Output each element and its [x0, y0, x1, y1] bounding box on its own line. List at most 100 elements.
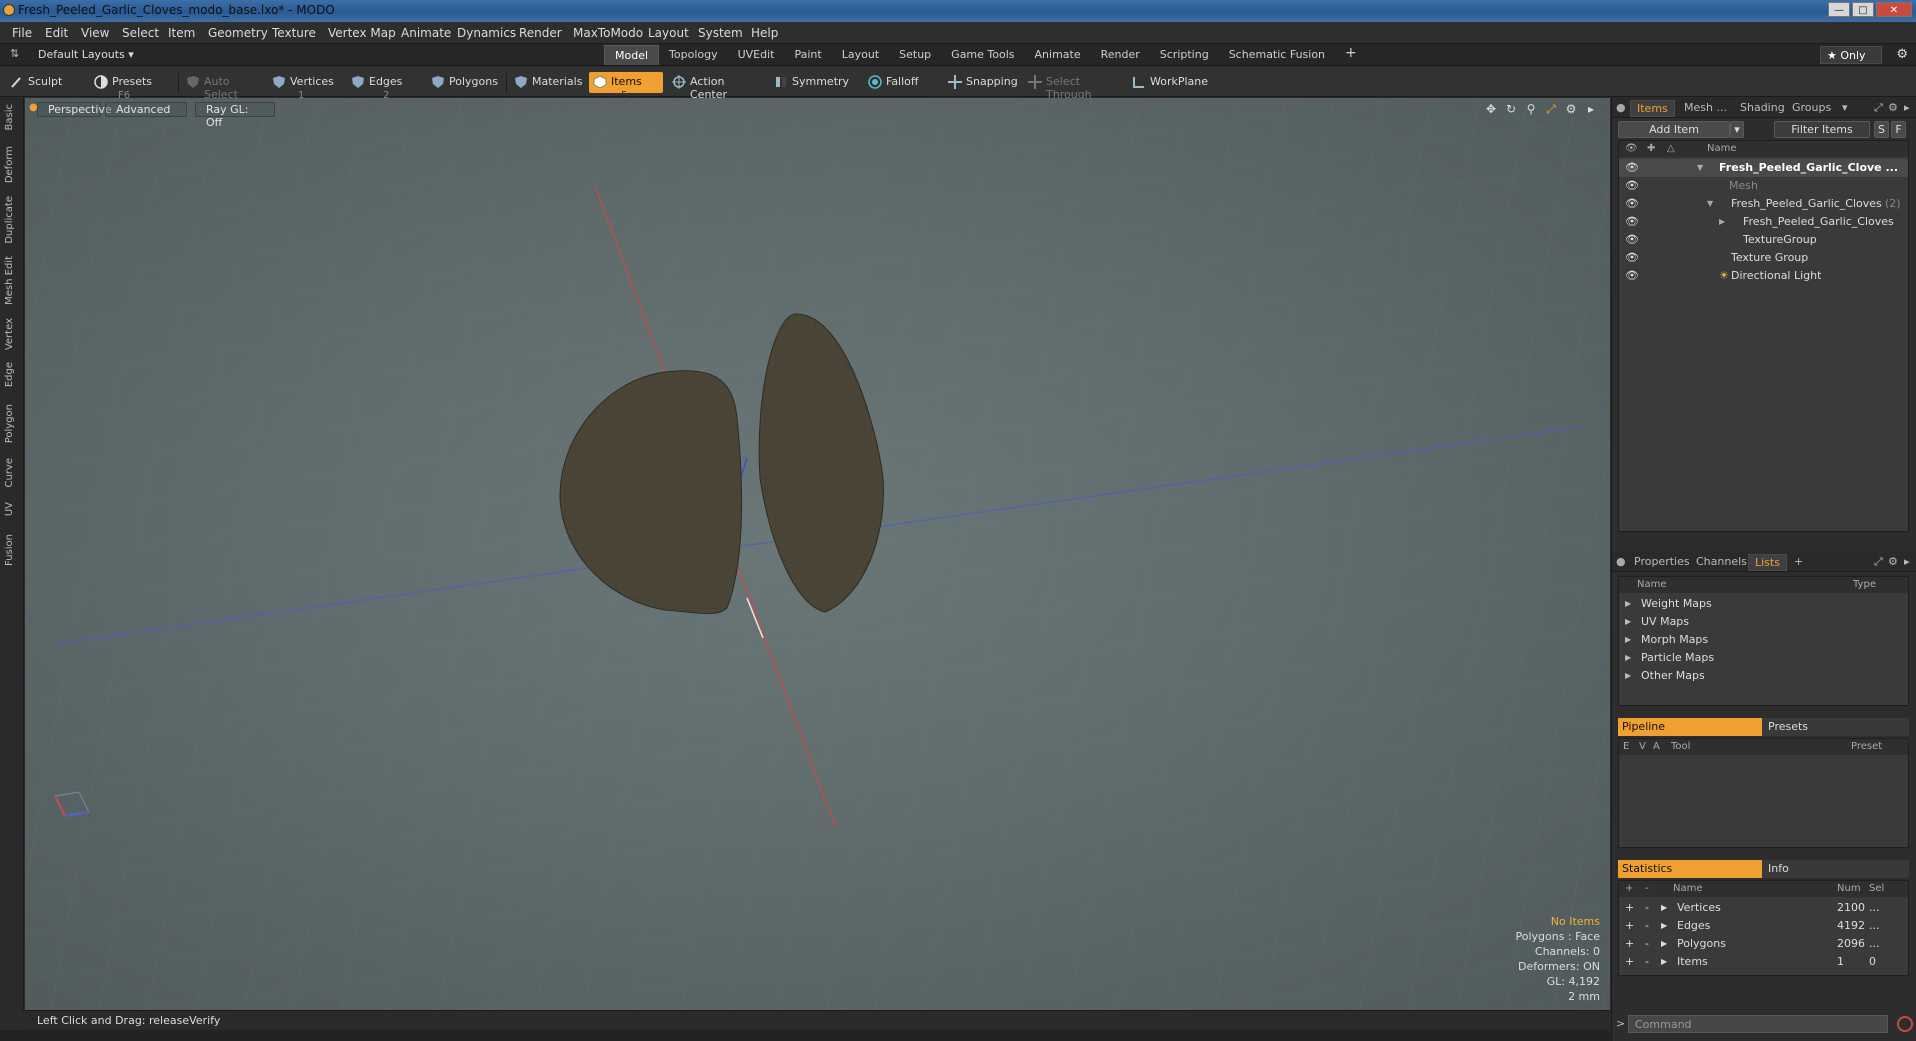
falloff-button[interactable]: Falloff	[864, 72, 940, 93]
expand-arrow-icon[interactable]: ▶	[1661, 939, 1667, 948]
item-row-texture-group[interactable]: 👁 Texture Group	[1619, 249, 1908, 267]
panel-menu-icon[interactable]: ●	[1616, 555, 1626, 568]
viewport-canvas[interactable]	[25, 98, 1610, 1010]
item-row-group[interactable]: 👁 ▼ Fresh_Peeled_Garlic_Cloves (2)	[1619, 195, 1908, 213]
action-center-button[interactable]: Action Center	[668, 72, 762, 101]
expand-arrow-icon[interactable]: ▶	[1661, 903, 1667, 912]
pipeline-col-v[interactable]: V	[1639, 741, 1646, 752]
add-tab-button[interactable]: +	[1335, 45, 1367, 65]
pipeline-col-e[interactable]: E	[1623, 741, 1629, 752]
type-column-header[interactable]: Type	[1853, 579, 1876, 590]
tab-statistics[interactable]: Statistics	[1618, 860, 1762, 878]
panel-arrow-icon[interactable]: ▸	[1904, 555, 1910, 568]
left-tab-duplicate[interactable]: Duplicate	[4, 196, 15, 244]
expand-arrow-icon[interactable]: ▶	[1625, 653, 1631, 662]
item-row-texturegroup[interactable]: 👁 TextureGroup	[1619, 231, 1908, 249]
stats-name-column[interactable]: Name	[1673, 883, 1703, 894]
menu-edit[interactable]: Edit	[45, 26, 68, 40]
gear-icon[interactable]: ⚙	[1896, 47, 1908, 62]
tab-scripting[interactable]: Scripting	[1150, 45, 1219, 65]
perspective-button[interactable]: Perspective	[37, 102, 112, 117]
left-tab-uv[interactable]: UV	[4, 502, 15, 516]
pipeline-col-tool[interactable]: Tool	[1671, 741, 1690, 752]
name-column-header[interactable]: Name	[1637, 579, 1667, 590]
eye-icon[interactable]: 👁	[1625, 251, 1639, 264]
stats-row-edges[interactable]: + - ▶ Edges 4192 ...	[1619, 917, 1908, 935]
collapse-arrow-icon[interactable]: ▶	[1719, 217, 1725, 226]
stats-row-vertices[interactable]: + - ▶ Vertices 2100 ...	[1619, 899, 1908, 917]
tab-pipeline-presets[interactable]: Presets	[1762, 718, 1909, 736]
snapping-button[interactable]: Snapping	[944, 72, 1032, 93]
left-tab-basic[interactable]: Basic	[4, 104, 15, 130]
tab-game-tools[interactable]: Game Tools	[941, 45, 1024, 65]
stats-add-column[interactable]: +	[1625, 883, 1633, 894]
tab-topology[interactable]: Topology	[659, 45, 728, 65]
tab-animate[interactable]: Animate	[1025, 45, 1091, 65]
left-tab-fusion[interactable]: Fusion	[4, 534, 15, 566]
tab-setup[interactable]: Setup	[889, 45, 941, 65]
stats-remove-button[interactable]: -	[1645, 937, 1649, 950]
filter-items-input[interactable]: Filter Items	[1774, 121, 1870, 138]
visibility-column-icon[interactable]: 👁	[1625, 143, 1638, 154]
only-toggle[interactable]: ★ Only	[1820, 46, 1882, 64]
panel-gear-icon[interactable]: ⚙	[1888, 101, 1898, 114]
select-through-button[interactable]: Select Through	[1024, 72, 1128, 101]
stats-add-button[interactable]: +	[1625, 919, 1634, 932]
expand-arrow-icon[interactable]: ▶	[1625, 635, 1631, 644]
menu-select[interactable]: Select	[122, 26, 159, 40]
rotate-icon[interactable]: ↻	[1504, 102, 1518, 116]
add-item-dropdown-icon[interactable]: ▾	[1730, 121, 1744, 138]
panel-expand-icon[interactable]: ⤢	[1874, 555, 1883, 569]
tab-groups[interactable]: Groups	[1792, 101, 1831, 114]
tab-lists[interactable]: Lists	[1748, 554, 1787, 571]
minimize-button[interactable]: —	[1828, 2, 1850, 17]
eye-icon[interactable]: 👁	[1625, 215, 1639, 228]
tab-shading[interactable]: Shading	[1740, 101, 1785, 114]
stats-num-column[interactable]: Num	[1837, 883, 1861, 894]
presets-button[interactable]: Presets F6	[90, 72, 174, 101]
stats-add-button[interactable]: +	[1625, 937, 1634, 950]
ray-gl-button[interactable]: Ray GL: Off	[195, 102, 275, 129]
expand-arrow-icon[interactable]: ▼	[1697, 163, 1703, 172]
lock-column-icon[interactable]: ✚	[1647, 143, 1655, 154]
edges-button[interactable]: Edges 2	[347, 72, 423, 101]
stats-remove-column[interactable]: -	[1645, 883, 1649, 894]
list-item[interactable]: ▶ Weight Maps	[1619, 595, 1908, 613]
menu-dynamics[interactable]: Dynamics	[457, 26, 516, 40]
menu-layout[interactable]: Layout	[648, 26, 689, 40]
expand-arrow-icon[interactable]: ▼	[1707, 199, 1713, 208]
symmetry-button[interactable]: Symmetry	[770, 72, 854, 93]
command-input[interactable]: Command	[1628, 1015, 1888, 1033]
filter-f-button[interactable]: F	[1891, 121, 1906, 138]
pipeline-col-preset[interactable]: Preset	[1851, 741, 1882, 752]
add-tab-button[interactable]: +	[1794, 555, 1803, 568]
left-tab-deform[interactable]: Deform	[4, 146, 15, 183]
tab-items[interactable]: Items	[1630, 100, 1675, 117]
expand-arrow-icon[interactable]: ▶	[1661, 957, 1667, 966]
menu-geometry[interactable]: Geometry	[208, 26, 268, 40]
items-button[interactable]: Items 5	[589, 72, 663, 101]
item-row-scene[interactable]: 👁 ▼ Fresh_Peeled_Garlic_Clove ...	[1619, 159, 1908, 177]
menu-vertex-map[interactable]: Vertex Map	[328, 26, 396, 40]
pan-icon[interactable]: ✥	[1484, 102, 1498, 116]
3d-viewport[interactable]: ● Perspective Advanced Ray GL: Off ✥ ↻ ⚲…	[25, 98, 1610, 1010]
expand-arrow-icon[interactable]: ▶	[1625, 671, 1631, 680]
eye-icon[interactable]: 👁	[1625, 197, 1639, 210]
left-tab-mesh-edit[interactable]: Mesh Edit	[4, 256, 15, 305]
polygons-button[interactable]: Polygons	[427, 72, 503, 93]
auto-select-button[interactable]: Auto Select	[182, 72, 266, 101]
viewport-gear-icon[interactable]: ⚙	[1564, 102, 1578, 116]
tab-channels[interactable]: Channels	[1696, 555, 1747, 568]
menu-view[interactable]: View	[81, 26, 109, 40]
vertices-button[interactable]: Vertices 1	[268, 72, 340, 101]
sculpt-button[interactable]: Sculpt	[6, 72, 92, 93]
eye-icon[interactable]: 👁	[1625, 233, 1639, 246]
render-column-icon[interactable]: △	[1667, 143, 1675, 154]
tab-mesh[interactable]: Mesh ...	[1684, 101, 1727, 114]
workplane-button[interactable]: WorkPlane	[1128, 72, 1214, 93]
eye-icon[interactable]: 👁	[1625, 161, 1639, 174]
stats-remove-button[interactable]: -	[1645, 955, 1649, 968]
fit-icon[interactable]: ⤢	[1544, 102, 1558, 116]
stats-add-button[interactable]: +	[1625, 901, 1634, 914]
tab-layout[interactable]: Layout	[832, 45, 889, 65]
